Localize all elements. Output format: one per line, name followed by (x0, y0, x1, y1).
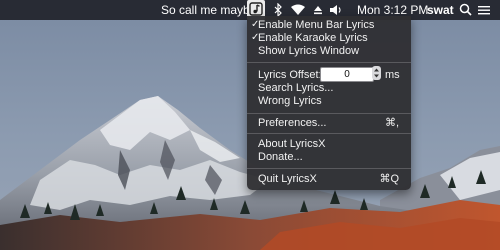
menu-item-label: Quit LyricsX (258, 173, 317, 185)
menu-item-show-lyrics-window[interactable]: Show Lyrics Window (247, 44, 411, 58)
lyrics-offset-stepper[interactable] (372, 66, 381, 80)
menu-separator (247, 113, 411, 114)
menu-separator (247, 62, 411, 63)
now-playing-lyrics[interactable]: So call me maybe (161, 0, 256, 20)
menu-item-label: Preferences... (258, 117, 327, 129)
menu-item-label: Wrong Lyrics (258, 95, 322, 107)
menu-item-wrong-lyrics[interactable]: Wrong Lyrics (247, 94, 411, 108)
keyboard-shortcut: ⌘Q (379, 173, 399, 185)
menu-item-preferences[interactable]: Preferences... ⌘, (247, 116, 411, 130)
menu-item-enable-menu-bar-lyrics[interactable]: ✓ Enable Menu Bar Lyrics (247, 18, 411, 32)
menu-item-label: About LyricsX (258, 138, 326, 150)
lyricsx-menu: ✓ Enable Menu Bar Lyrics ✓ Enable Karaok… (247, 16, 411, 190)
keyboard-shortcut: ⌘, (384, 117, 399, 129)
search-icon[interactable] (459, 0, 472, 20)
lyrics-offset-input[interactable]: 0 (320, 67, 374, 82)
list-icon[interactable] (477, 0, 491, 20)
menu-item-donate[interactable]: Donate... (247, 150, 411, 164)
menu-item-quit[interactable]: Quit LyricsX ⌘Q (247, 172, 411, 186)
lyrics-offset-unit: ms (385, 69, 400, 81)
menu-item-about[interactable]: About LyricsX (247, 137, 411, 151)
menu-item-enable-karaoke-lyrics[interactable]: ✓ Enable Karaoke Lyrics (247, 31, 411, 45)
menu-item-label: Donate... (258, 151, 303, 163)
menu-item-label: Enable Menu Bar Lyrics (258, 19, 375, 31)
menu-item-label: Search Lyrics... (258, 82, 334, 94)
menu-item-label: Show Lyrics Window (258, 45, 360, 57)
lyrics-offset-label: Lyrics Offset: (258, 69, 322, 81)
menu-separator (247, 168, 411, 169)
menu-item-label: Enable Karaoke Lyrics (258, 32, 368, 44)
menu-item-search-lyrics[interactable]: Search Lyrics... (247, 81, 411, 95)
menu-separator (247, 133, 411, 134)
user-name[interactable]: swat (427, 0, 454, 20)
